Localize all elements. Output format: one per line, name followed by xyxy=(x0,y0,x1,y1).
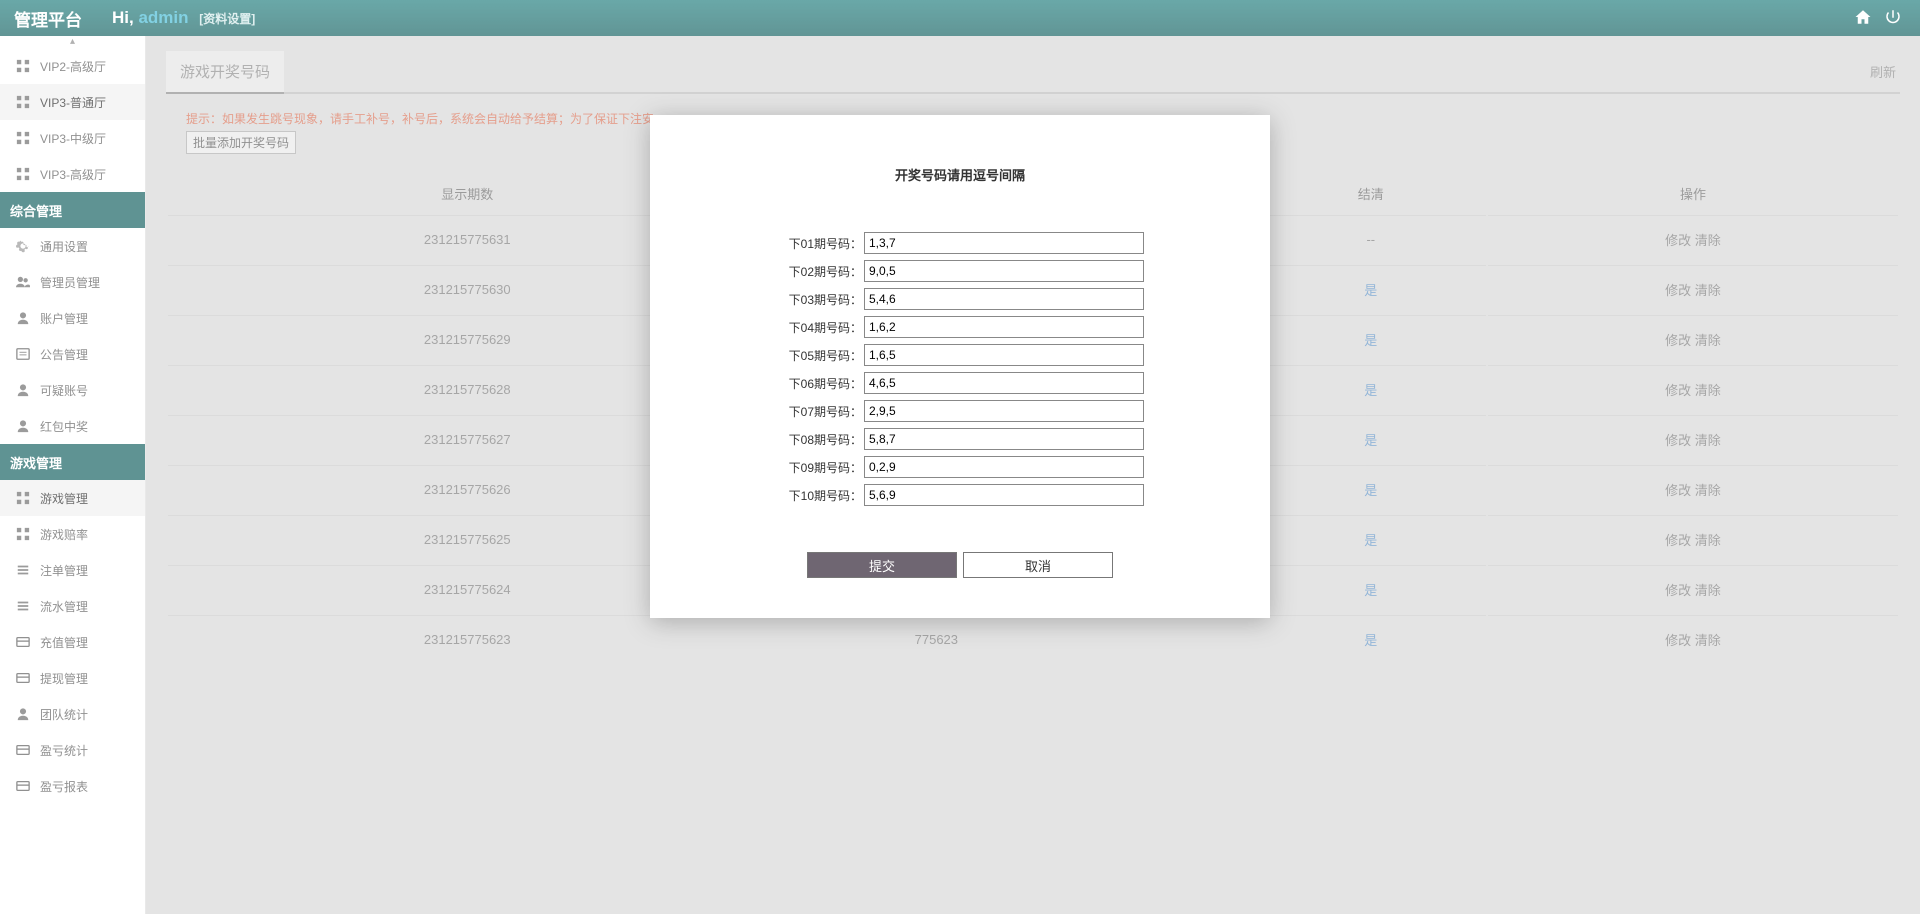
modal-row: 下06期号码： xyxy=(690,372,1230,394)
period-label: 下08期号码： xyxy=(776,431,862,448)
modal-title: 开奖号码请用逗号间隔 xyxy=(690,165,1230,184)
period-input[interactable] xyxy=(864,428,1144,450)
period-input[interactable] xyxy=(864,288,1144,310)
modal-row: 下05期号码： xyxy=(690,344,1230,366)
modal-dialog: 开奖号码请用逗号间隔 下01期号码： 下02期号码： 下03期号码： 下04期号码： 下… xyxy=(650,115,1270,618)
modal-row: 下09期号码： xyxy=(690,456,1230,478)
modal-row: 下03期号码： xyxy=(690,288,1230,310)
period-input[interactable] xyxy=(864,260,1144,282)
cancel-button[interactable]: 取消 xyxy=(963,552,1113,578)
modal-row: 下07期号码： xyxy=(690,400,1230,422)
period-label: 下02期号码： xyxy=(776,263,862,280)
period-input[interactable] xyxy=(864,372,1144,394)
period-input[interactable] xyxy=(864,400,1144,422)
modal-row: 下08期号码： xyxy=(690,428,1230,450)
period-input[interactable] xyxy=(864,232,1144,254)
period-label: 下06期号码： xyxy=(776,375,862,392)
period-input[interactable] xyxy=(864,316,1144,338)
period-label: 下03期号码： xyxy=(776,291,862,308)
modal-row: 下04期号码： xyxy=(690,316,1230,338)
modal-overlay[interactable]: 开奖号码请用逗号间隔 下01期号码： 下02期号码： 下03期号码： 下04期号码： 下… xyxy=(0,0,1920,914)
modal-row: 下01期号码： xyxy=(690,232,1230,254)
period-label: 下07期号码： xyxy=(776,403,862,420)
period-label: 下10期号码： xyxy=(776,487,862,504)
period-label: 下01期号码： xyxy=(776,235,862,252)
modal-row: 下10期号码： xyxy=(690,484,1230,506)
period-input[interactable] xyxy=(864,484,1144,506)
period-label: 下09期号码： xyxy=(776,459,862,476)
period-label: 下04期号码： xyxy=(776,319,862,336)
modal-row: 下02期号码： xyxy=(690,260,1230,282)
submit-button[interactable]: 提交 xyxy=(807,552,957,578)
modal-buttons: 提交 取消 xyxy=(690,552,1230,578)
period-input[interactable] xyxy=(864,456,1144,478)
period-label: 下05期号码： xyxy=(776,347,862,364)
period-input[interactable] xyxy=(864,344,1144,366)
